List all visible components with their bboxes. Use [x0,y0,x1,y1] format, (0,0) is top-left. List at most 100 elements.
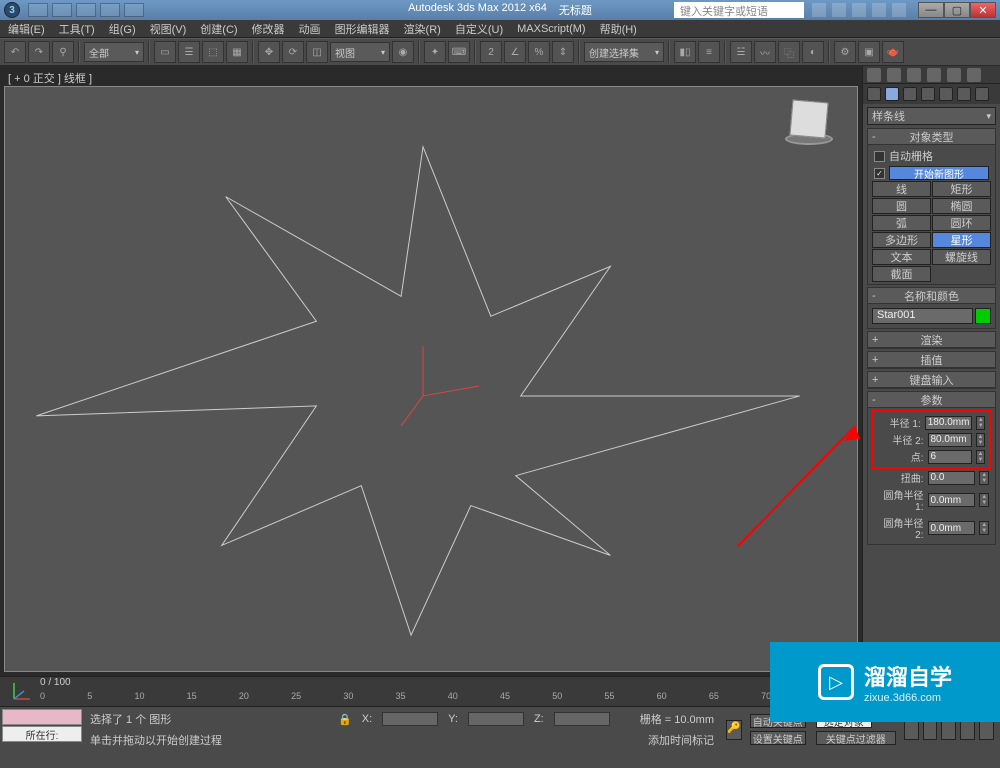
play-start-icon[interactable] [904,720,919,740]
play-end-icon[interactable] [979,720,994,740]
rollout-hdr-name-color[interactable]: -名称和颜色 [868,288,995,304]
points-arrows[interactable]: ▲▼ [976,450,985,464]
qa-open-icon[interactable] [52,3,72,17]
exchange-icon[interactable] [852,3,866,17]
rotate-icon[interactable]: ⟳ [282,41,304,63]
startnew-checkbox[interactable]: ✓ [874,168,885,179]
fillet1-arrows[interactable]: ▲▼ [979,493,989,507]
object-name-input[interactable]: Star001 [872,308,973,324]
play-prev-icon[interactable] [923,720,938,740]
shape-donut[interactable]: 圆环 [932,215,991,231]
curve-editor-icon[interactable]: 〰 [754,41,776,63]
snap-pct-icon[interactable]: % [528,41,550,63]
start-new-shape-button[interactable]: 开始新图形 [889,166,989,180]
select-region-icon[interactable]: ⬚ [202,41,224,63]
addtime-label[interactable]: 添加时间标记 [648,732,714,748]
scale-icon[interactable]: ◫ [306,41,328,63]
link-icon[interactable]: ⚲ [52,41,74,63]
radius2-arrows[interactable]: ▲▼ [976,433,985,447]
help-icon[interactable] [892,3,906,17]
shape-ellipse[interactable]: 椭圆 [932,198,991,214]
coord-y-input[interactable] [468,712,524,726]
undo-icon[interactable]: ↶ [4,41,26,63]
tab-lights[interactable] [903,87,917,101]
tab-cameras[interactable] [921,87,935,101]
rollout-hdr-params[interactable]: -参数 [868,392,995,408]
qa-new-icon[interactable] [28,3,48,17]
viewcube[interactable] [781,97,837,153]
rollout-hdr-render[interactable]: +渲染 [868,332,995,348]
menu-create[interactable]: 创建(C) [200,21,237,37]
autogrid-checkbox[interactable] [874,151,885,162]
menu-custom[interactable]: 自定义(U) [455,21,503,37]
util-icon[interactable] [967,68,981,82]
twist-spinner[interactable]: 0.0 [928,471,976,485]
key-toggle-icon[interactable]: 🔑 [726,720,742,740]
refsys-dropdown[interactable]: 视图 [330,42,390,62]
window-crossing-icon[interactable]: ▦ [226,41,248,63]
wand-icon[interactable] [867,68,881,82]
qa-undo-icon[interactable] [100,3,120,17]
render-setup-icon[interactable]: ⚙ [834,41,856,63]
tab-geometry[interactable] [867,87,881,101]
play-icon[interactable] [941,720,956,740]
menu-tools[interactable]: 工具(T) [59,21,95,37]
shape-category-dropdown[interactable]: 样条线 [867,107,996,125]
snap-spinner-icon[interactable]: ⇕ [552,41,574,63]
setkey-button[interactable]: 设置关键点 [750,731,806,745]
viewport-label[interactable]: [ + 0 正交 ] 线框 ] [8,70,92,86]
render-icon[interactable]: 🫖 [882,41,904,63]
menu-group[interactable]: 组(G) [109,21,136,37]
menu-view[interactable]: 视图(V) [150,21,187,37]
named-selset-dropdown[interactable]: 创建选择集 [584,42,664,62]
render-frame-icon[interactable]: ▣ [858,41,880,63]
select-name-icon[interactable]: ☰ [178,41,200,63]
redo-icon[interactable]: ↷ [28,41,50,63]
search-go-icon[interactable] [812,3,826,17]
menu-render[interactable]: 渲染(R) [404,21,441,37]
rollout-hdr-keyboard[interactable]: +键盘输入 [868,372,995,388]
rollout-hdr-interp[interactable]: +插值 [868,352,995,368]
qa-redo-icon[interactable] [124,3,144,17]
fillet2-arrows[interactable]: ▲▼ [979,521,989,535]
object-color-swatch[interactable] [975,308,991,324]
snap2d-icon[interactable]: 2 [480,41,502,63]
rollout-hdr-object-type[interactable]: -对象类型 [868,129,995,145]
mirror-icon[interactable]: ▮▯ [674,41,696,63]
coord-x-input[interactable] [382,712,438,726]
fillet2-spinner[interactable]: 0.0mm [928,521,976,535]
search-input[interactable]: 键入关键字或短语 [674,2,804,18]
shape-rectangle[interactable]: 矩形 [932,181,991,197]
close-button[interactable]: ✕ [970,2,996,18]
tab-systems[interactable] [975,87,989,101]
layers-icon[interactable]: ☱ [730,41,752,63]
shape-ngon[interactable]: 多边形 [872,232,931,248]
play-next-icon[interactable] [960,720,975,740]
align-icon[interactable]: ≡ [698,41,720,63]
shape-helix[interactable]: 螺旋线 [932,249,991,265]
menu-modifier[interactable]: 修改器 [252,21,285,37]
material-editor-icon[interactable]: ◐ [802,41,824,63]
pivot-icon[interactable]: ◉ [392,41,414,63]
wrench-icon[interactable] [927,68,941,82]
subscription-icon[interactable] [832,3,846,17]
script-mini-listener[interactable] [2,709,82,725]
maximize-button[interactable]: ▢ [944,2,970,18]
keymode-icon[interactable]: ⌨ [448,41,470,63]
radius2-spinner[interactable]: 80.0mm [928,433,973,447]
coord-z-input[interactable] [554,712,610,726]
hammer-icon[interactable] [907,68,921,82]
menu-graph[interactable]: 图形编辑器 [335,21,390,37]
points-spinner[interactable]: 6 [928,450,973,464]
menu-anim[interactable]: 动画 [299,21,321,37]
tab-spacewarps[interactable] [957,87,971,101]
select-icon[interactable]: ▭ [154,41,176,63]
schematic-icon[interactable]: ⿻ [778,41,800,63]
twist-arrows[interactable]: ▲▼ [979,471,989,485]
selection-scope-dropdown[interactable]: 全部 [84,42,144,62]
shape-text[interactable]: 文本 [872,249,931,265]
menu-edit[interactable]: 编辑(E) [8,21,45,37]
tab-helpers[interactable] [939,87,953,101]
snap-angle-icon[interactable]: ∠ [504,41,526,63]
menu-help[interactable]: 帮助(H) [600,21,637,37]
